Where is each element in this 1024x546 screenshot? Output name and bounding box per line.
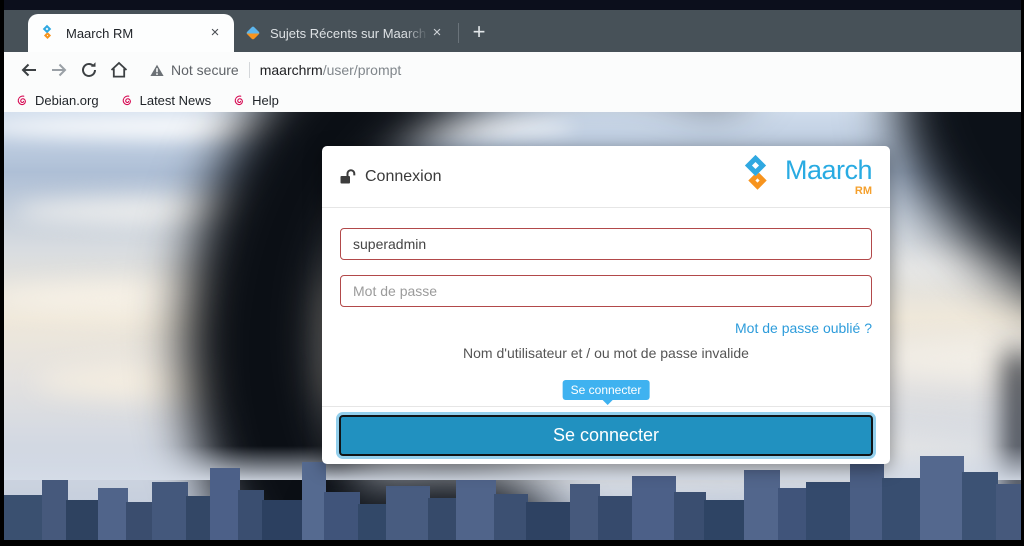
maarch-logo-icon — [741, 154, 785, 197]
bookmark-label: Help — [252, 92, 279, 108]
home-icon — [110, 61, 128, 78]
security-chip[interactable]: Not secure — [150, 62, 239, 78]
url-path: /user/prompt — [322, 62, 402, 78]
login-card-footer: Se connecter — [322, 406, 890, 464]
tab-separator — [458, 23, 459, 43]
forward-arrow-icon — [52, 63, 67, 77]
logo-brand: Maarch — [784, 154, 873, 185]
debian-swirl-icon — [234, 95, 244, 105]
login-title-row: Connexion — [340, 168, 442, 186]
navigation-toolbar: Not secure maarchrm/user/prompt — [4, 52, 1021, 88]
tab-maarch-rm[interactable]: Maarch RM × — [28, 14, 234, 52]
warning-triangle-icon — [150, 64, 164, 76]
bookmark-latest-news[interactable]: Latest News — [121, 92, 212, 108]
bookmark-label: Debian.org — [35, 92, 99, 108]
login-card: Connexion Maarch RM Mot de passe oublié … — [322, 146, 890, 464]
url-host: maarchrm — [259, 62, 323, 78]
tab-strip: Maarch RM × Sujets Récents sur Maarch × … — [4, 10, 1021, 52]
page-content: Connexion Maarch RM Mot de passe oublié … — [4, 112, 1021, 540]
tab-title: Maarch RM — [66, 25, 134, 41]
browser-window: Maarch RM × Sujets Récents sur Maarch × … — [4, 0, 1021, 540]
reload-button[interactable] — [74, 55, 104, 85]
login-card-body: Mot de passe oublié ? Nom d'utilisateur … — [322, 208, 890, 361]
login-submit-button[interactable]: Se connecter — [339, 415, 873, 456]
forward-button[interactable] — [44, 55, 74, 85]
forgot-password-row: Mot de passe oublié ? — [340, 320, 872, 336]
city-skyline — [4, 456, 1021, 540]
debian-swirl-icon — [122, 95, 131, 105]
username-input[interactable] — [340, 228, 872, 260]
close-icon[interactable]: × — [206, 24, 224, 42]
password-input[interactable] — [340, 275, 872, 307]
bookmarks-bar: Debian.org Latest News Help — [4, 88, 1021, 112]
home-button[interactable] — [104, 55, 134, 85]
maarch-logo: Maarch RM — [741, 154, 873, 197]
bookmark-label: Latest News — [139, 92, 212, 108]
login-error-message: Nom d'utilisateur et / ou mot de passe i… — [463, 345, 749, 361]
window-titlebar — [4, 0, 1021, 10]
address-separator — [248, 62, 250, 78]
tab-title: Sujets Récents sur Maarch — [270, 25, 427, 41]
login-title: Connexion — [365, 167, 442, 185]
submit-tooltip: Se connecter — [562, 380, 650, 405]
debian-swirl-icon — [17, 95, 26, 105]
back-button[interactable] — [14, 55, 44, 85]
reload-icon — [82, 62, 96, 77]
bookmark-help[interactable]: Help — [233, 93, 279, 108]
forgot-password-link[interactable]: Mot de passe oublié ? — [735, 320, 872, 336]
logo-product: RM — [854, 184, 872, 197]
bookmark-debian-org[interactable]: Debian.org — [16, 93, 99, 108]
login-card-header: Connexion Maarch RM — [322, 146, 890, 208]
address-url[interactable]: maarchrm/user/prompt — [260, 62, 402, 78]
maarch-logo-text: Maarch RM — [784, 154, 873, 197]
security-text: Not secure — [171, 62, 239, 78]
new-tab-button[interactable]: + — [465, 19, 493, 47]
forum-favicon — [245, 25, 261, 42]
back-arrow-icon — [21, 63, 36, 77]
unlock-icon — [340, 169, 356, 184]
maarch-favicon — [40, 24, 57, 42]
close-icon[interactable]: × — [428, 24, 446, 42]
tab-sujets-recents[interactable]: Sujets Récents sur Maarch × — [234, 14, 456, 52]
